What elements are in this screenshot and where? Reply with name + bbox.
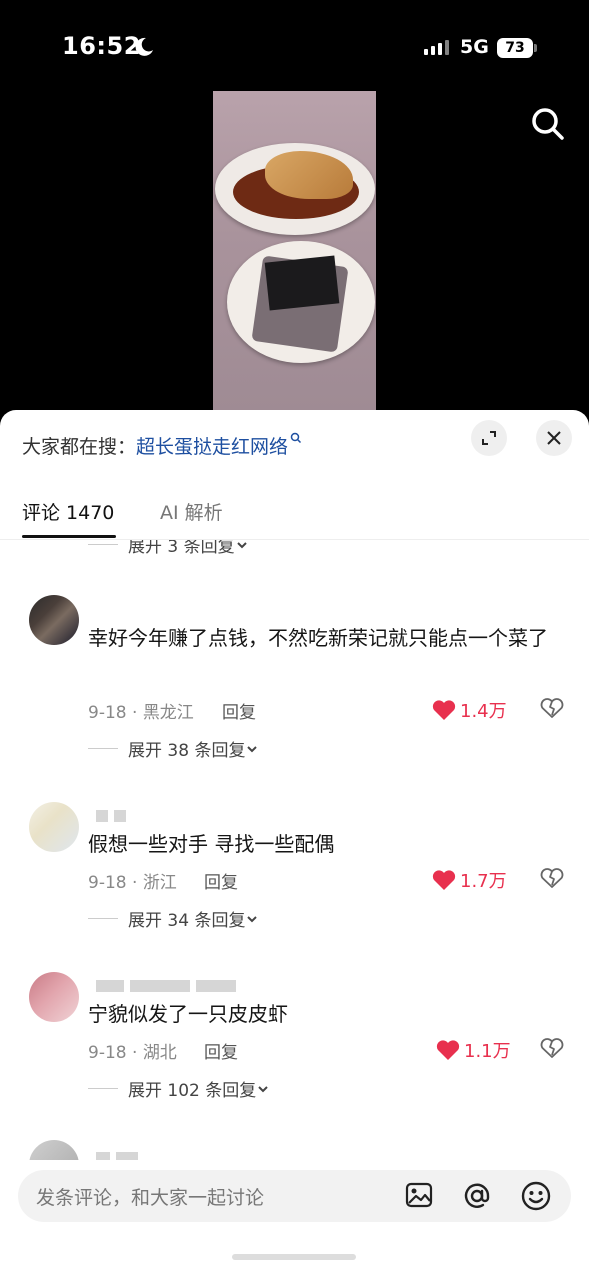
avatar[interactable] bbox=[29, 802, 79, 852]
food-plate-image bbox=[215, 143, 375, 235]
close-button[interactable] bbox=[536, 420, 572, 456]
expand-replies-link[interactable]: 展开 38 条回复 bbox=[88, 736, 259, 761]
heart-broken-icon[interactable] bbox=[540, 697, 564, 719]
nickname-redacted bbox=[96, 980, 236, 996]
like-count: 1.4万 bbox=[460, 701, 507, 722]
active-tab-indicator bbox=[22, 535, 116, 538]
heart-icon bbox=[432, 870, 456, 890]
network-label: 5G bbox=[460, 36, 489, 58]
expand-replies-link[interactable]: 展开 3 条回复 bbox=[88, 540, 249, 557]
search-icon bbox=[290, 432, 302, 444]
hot-search-query[interactable]: 超长蛋挞走红网络 bbox=[136, 436, 288, 458]
menu-card-image bbox=[264, 255, 340, 311]
expand-button[interactable] bbox=[471, 420, 507, 456]
status-time: 16:52 bbox=[62, 32, 141, 60]
status-bar: 16:52 5G 73 bbox=[0, 0, 589, 90]
tab-bar: 评论 1470 AI 解析 bbox=[0, 494, 589, 540]
hot-search-suggestion[interactable]: 大家都在搜：超长蛋挞走红网络 bbox=[22, 432, 302, 459]
reply-button[interactable]: 回复 bbox=[204, 868, 238, 893]
nickname-redacted bbox=[96, 1152, 138, 1160]
like-button[interactable]: 1.7万 bbox=[432, 867, 507, 893]
comment-meta: 9-18 · 浙江 bbox=[88, 873, 177, 893]
battery-indicator: 73 bbox=[497, 38, 537, 58]
expand-icon bbox=[482, 431, 496, 445]
avatar[interactable] bbox=[29, 595, 79, 645]
hot-search-prefix: 大家都在搜： bbox=[22, 436, 137, 458]
comment-input-bar[interactable]: 发条评论，和大家一起讨论 bbox=[18, 1170, 571, 1222]
close-icon bbox=[547, 431, 561, 445]
comment-text: 假想一些对手 寻找一些配偶 bbox=[88, 832, 335, 856]
video-thumbnail[interactable] bbox=[213, 91, 376, 411]
reply-button[interactable]: 回复 bbox=[204, 1038, 238, 1063]
chevron-down-icon bbox=[247, 915, 258, 922]
heart-icon bbox=[432, 700, 456, 720]
comment-meta: 9-18 · 黑龙江 bbox=[88, 703, 194, 723]
search-icon[interactable] bbox=[530, 106, 566, 142]
chevron-down-icon bbox=[236, 541, 247, 548]
expand-replies-link[interactable]: 展开 34 条回复 bbox=[88, 906, 259, 931]
emoji-icon[interactable] bbox=[520, 1180, 552, 1212]
comment-meta: 9-18 · 湖北 bbox=[88, 1043, 177, 1063]
signal-icon bbox=[424, 40, 449, 55]
image-icon[interactable] bbox=[404, 1180, 434, 1210]
moon-icon bbox=[135, 37, 153, 56]
expand-replies-link[interactable]: 展开 102 条回复 bbox=[88, 1076, 270, 1101]
comment-input[interactable]: 发条评论，和大家一起讨论 bbox=[36, 1183, 264, 1210]
comment-text: 幸好今年赚了点钱，不然吃新荣记就只能点一个菜了 bbox=[88, 626, 548, 650]
heart-broken-icon[interactable] bbox=[540, 1037, 564, 1059]
comment-text: 宁貌似发了一只皮皮虾 bbox=[88, 1002, 288, 1026]
tab-comments[interactable]: 评论 1470 bbox=[22, 498, 114, 525]
avatar[interactable] bbox=[29, 1140, 79, 1160]
like-count: 1.1万 bbox=[464, 1041, 511, 1062]
at-icon[interactable] bbox=[461, 1180, 493, 1212]
avatar[interactable] bbox=[29, 972, 79, 1022]
reply-button[interactable]: 回复 bbox=[222, 698, 256, 723]
nickname-redacted bbox=[96, 810, 126, 826]
home-indicator[interactable] bbox=[232, 1254, 356, 1260]
comment-sheet: 大家都在搜：超长蛋挞走红网络 评论 1470 AI 解析 展开 3 条回复 幸好… bbox=[0, 410, 589, 1280]
chevron-down-icon bbox=[247, 745, 258, 752]
like-button[interactable]: 1.4万 bbox=[432, 697, 507, 723]
like-count: 1.7万 bbox=[460, 871, 507, 892]
comment-list[interactable]: 展开 3 条回复 幸好今年赚了点钱，不然吃新荣记就只能点一个菜了 9-18 · … bbox=[0, 540, 589, 1160]
heart-icon bbox=[436, 1040, 460, 1060]
tab-ai-analysis[interactable]: AI 解析 bbox=[160, 498, 223, 525]
like-button[interactable]: 1.1万 bbox=[436, 1037, 511, 1063]
heart-broken-icon[interactable] bbox=[540, 867, 564, 889]
chevron-down-icon bbox=[258, 1085, 268, 1092]
